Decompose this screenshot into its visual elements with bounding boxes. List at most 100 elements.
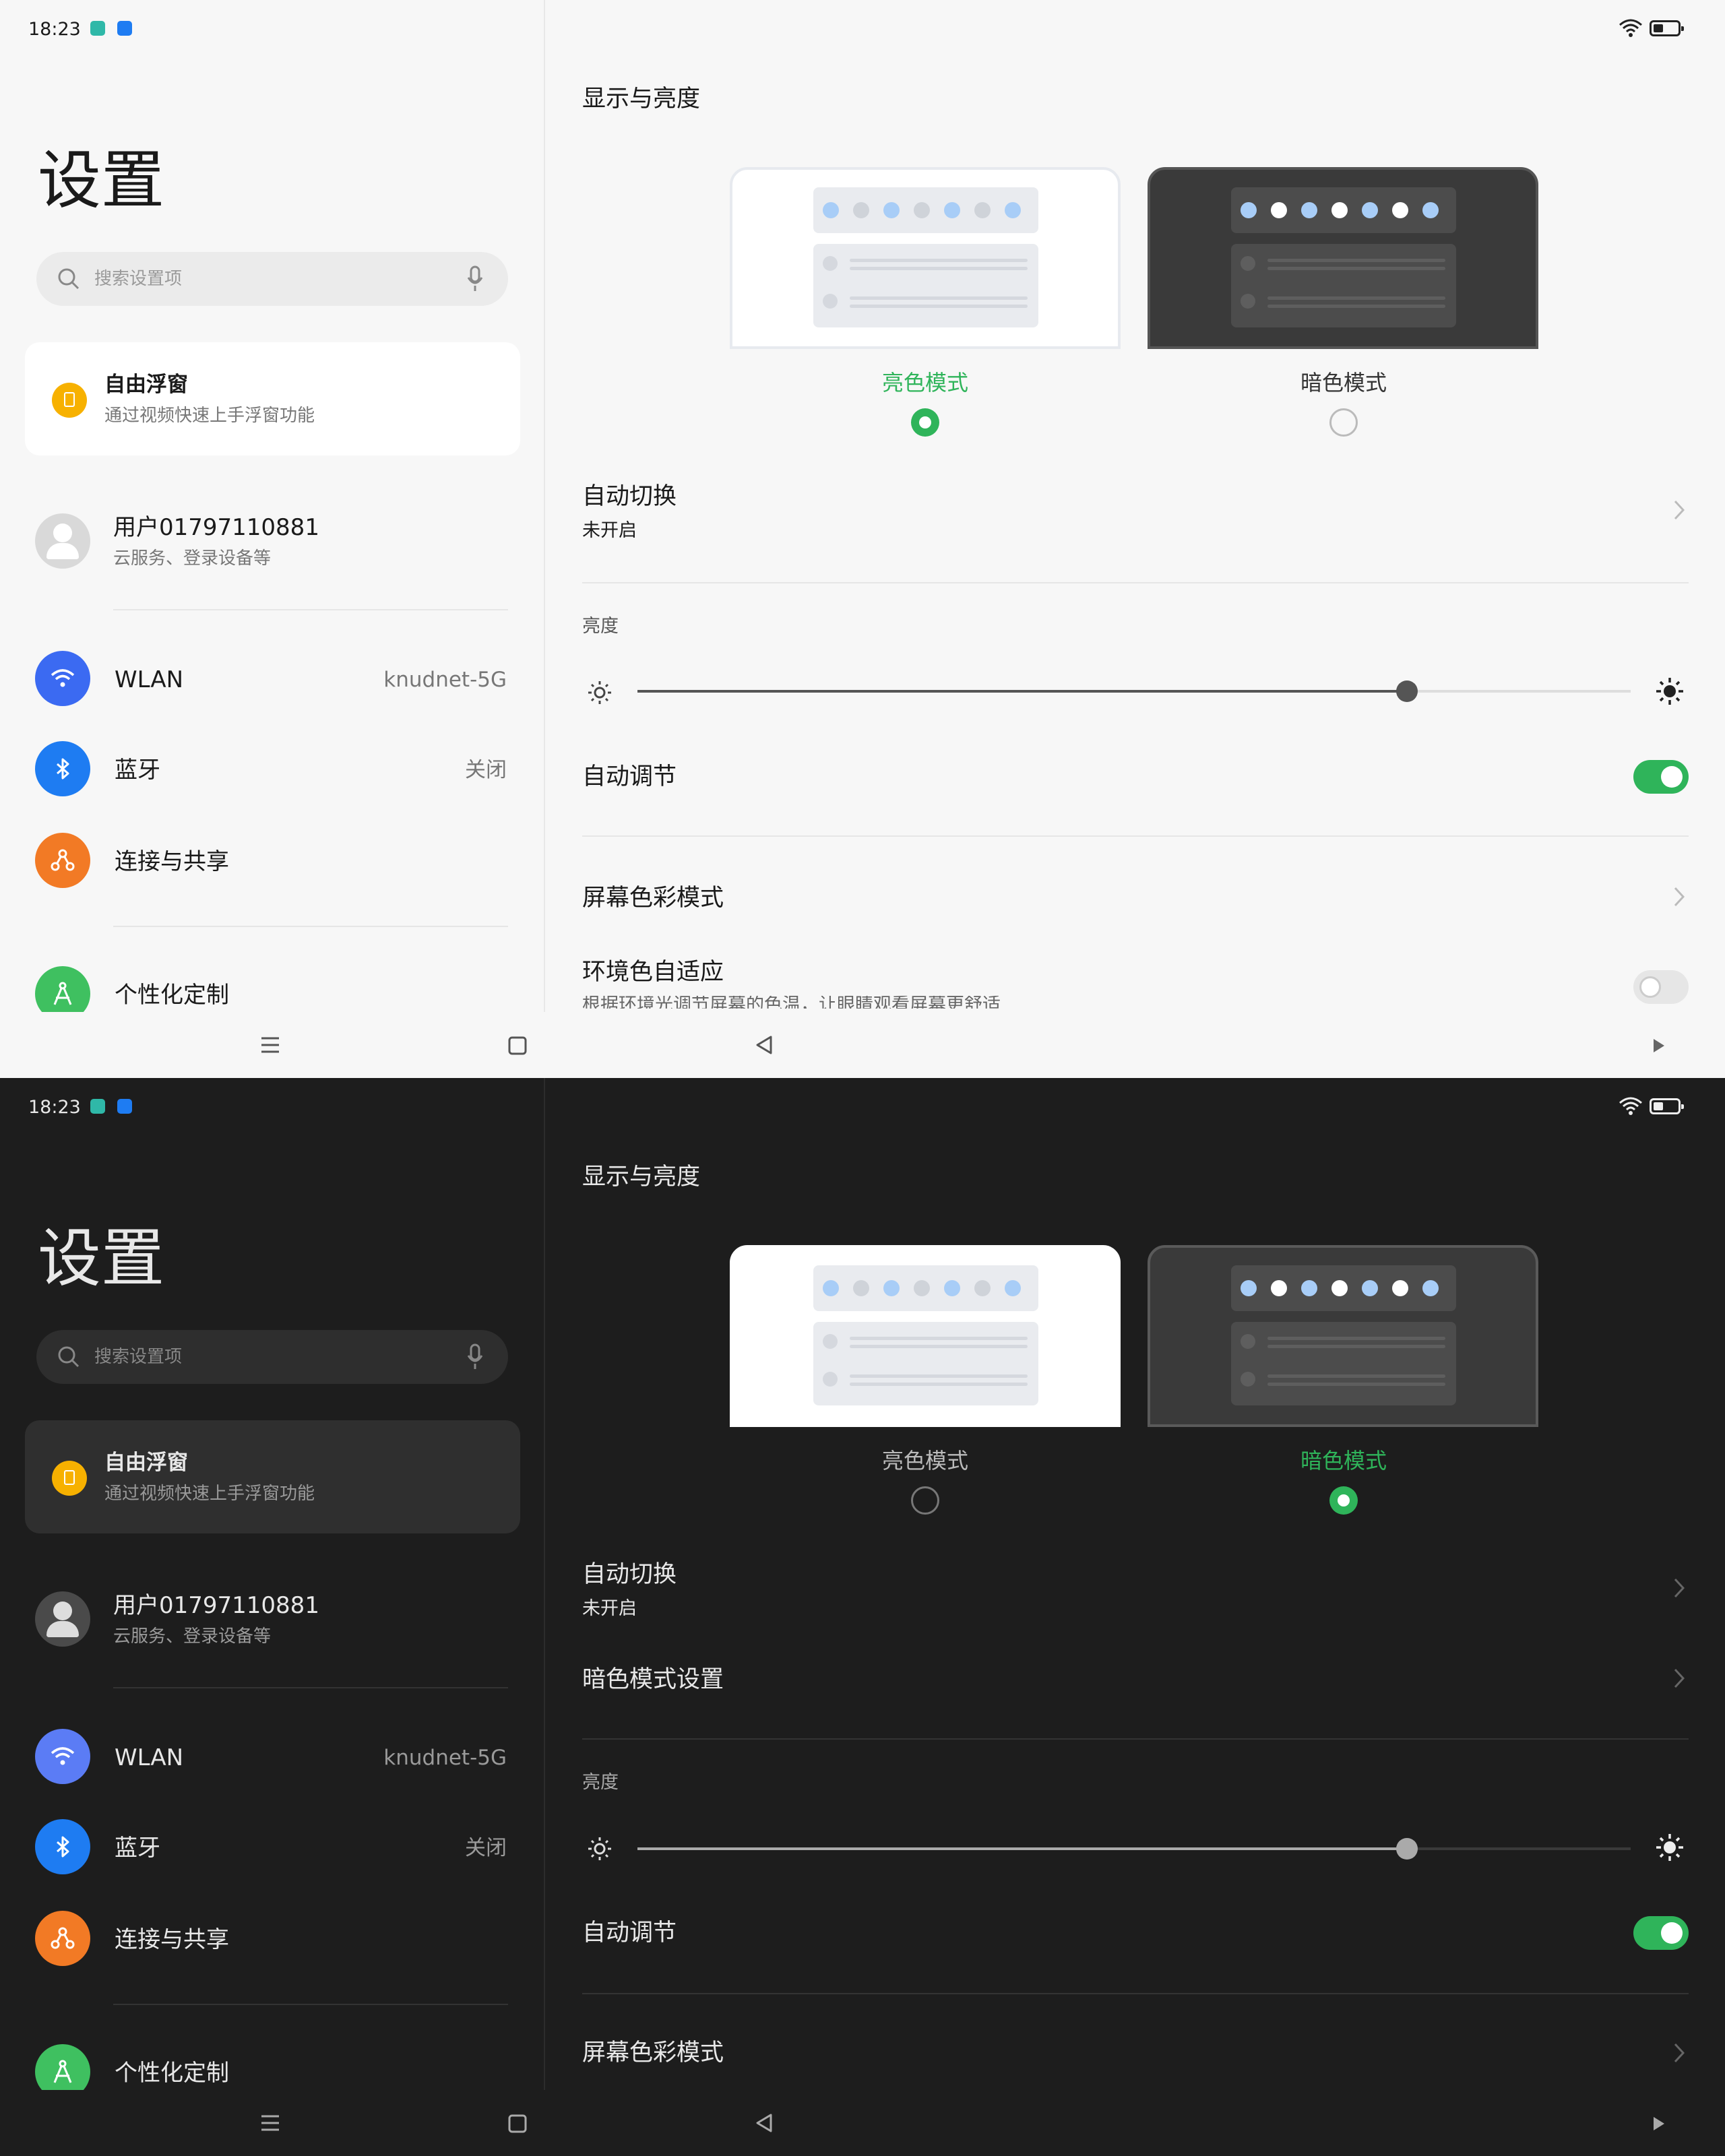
back-icon[interactable]: [755, 2113, 774, 2133]
brightness-fill: [637, 1847, 1408, 1850]
ambient-label: 环境色自适应: [582, 959, 724, 986]
wifi-status-icon: [1619, 1097, 1642, 1115]
detail-title: 显示与亮度: [582, 1164, 701, 1191]
sidebar-item-connect-share[interactable]: 连接与共享: [115, 850, 229, 873]
dark-mode-preview[interactable]: [1148, 1245, 1538, 1427]
divider: [582, 835, 1689, 837]
light-mode-radio[interactable]: [911, 1486, 939, 1515]
avatar[interactable]: [35, 1591, 90, 1647]
search-bar[interactable]: 搜索设置项: [36, 252, 508, 306]
brightness-slider[interactable]: [637, 680, 1631, 702]
dark-mode-radio[interactable]: [1329, 1486, 1358, 1515]
battery-icon: [1650, 20, 1684, 36]
navigation-bar: [0, 1012, 1725, 1078]
detail-title: 显示与亮度: [582, 86, 701, 113]
avatar[interactable]: [35, 513, 90, 569]
microphone-icon[interactable]: [466, 1343, 484, 1370]
divider: [113, 2004, 508, 2005]
dark-mode-label[interactable]: 暗色模式: [1300, 372, 1387, 393]
page-title: 设置: [38, 1222, 165, 1296]
search-input[interactable]: 搜索设置项: [94, 270, 182, 288]
play-icon[interactable]: [1652, 2116, 1666, 2132]
pane-divider: [544, 1078, 545, 2090]
sidebar-item-personalize[interactable]: 个性化定制: [115, 2062, 229, 2085]
auto-adjust-toggle[interactable]: [1633, 760, 1689, 794]
dark-mode-settings-label[interactable]: 暗色模式设置: [582, 1668, 724, 1692]
light-mode-label[interactable]: 亮色模式: [882, 372, 968, 393]
search-input[interactable]: 搜索设置项: [94, 1348, 182, 1366]
dark-mode-preview[interactable]: [1148, 167, 1538, 349]
sidebar-item-bluetooth[interactable]: 蓝牙: [115, 759, 160, 782]
divider: [113, 609, 508, 610]
auto-adjust-toggle[interactable]: [1633, 1916, 1689, 1950]
notification-app-icon: [90, 1099, 105, 1114]
brightness-high-icon: [1656, 1834, 1683, 1861]
divider: [113, 1687, 508, 1688]
notification-chat-icon: [117, 1099, 132, 1114]
play-icon[interactable]: [1652, 1038, 1666, 1054]
light-mode-preview[interactable]: [730, 167, 1121, 349]
light-mode-preview[interactable]: [730, 1245, 1121, 1427]
wifi-status-icon: [1619, 19, 1642, 37]
chevron-right-icon: [1674, 1668, 1685, 1688]
ambient-subtitle: 根据环境光调节屏幕的色温，让眼睛观看屏幕更舒适: [582, 994, 1001, 1015]
settings-screen-light: 18:23 设置 搜索设置项 自由浮窗 通过视频快速上手浮窗功能 用户01797…: [0, 0, 1725, 1078]
back-icon[interactable]: [755, 1035, 774, 1055]
brightness-high-icon: [1656, 678, 1683, 705]
brightness-slider[interactable]: [637, 1838, 1631, 1860]
brightness-slider-thumb[interactable]: [1396, 680, 1418, 702]
color-mode-label[interactable]: 屏幕色彩模式: [582, 2041, 724, 2065]
bluetooth-icon: [35, 1819, 90, 1874]
ambient-toggle[interactable]: [1633, 970, 1689, 1004]
sidebar-item-wlan[interactable]: WLAN: [115, 668, 183, 691]
sidebar-item-bluetooth[interactable]: 蓝牙: [115, 1837, 160, 1860]
dark-mode-radio[interactable]: [1329, 408, 1358, 437]
sidebar-item-connect-share[interactable]: 连接与共享: [115, 1928, 229, 1951]
account-name[interactable]: 用户01797110881: [113, 1594, 319, 1617]
account-subtitle: 云服务、登录设备等: [113, 548, 272, 569]
floating-window-subtitle: 通过视频快速上手浮窗功能: [104, 406, 315, 426]
pane-divider: [544, 0, 545, 1012]
menu-icon[interactable]: [260, 2114, 280, 2132]
menu-icon[interactable]: [260, 1036, 280, 1054]
wifi-icon: [35, 651, 90, 706]
auto-switch-label[interactable]: 自动切换: [582, 485, 677, 509]
brightness-slider-thumb[interactable]: [1396, 1838, 1418, 1860]
account-subtitle: 云服务、登录设备等: [113, 1626, 272, 1647]
microphone-icon[interactable]: [466, 265, 484, 292]
floating-window-icon: [52, 383, 87, 418]
search-bar[interactable]: 搜索设置项: [36, 1330, 508, 1384]
sidebar-item-personalize[interactable]: 个性化定制: [115, 984, 229, 1007]
share-icon: [35, 1911, 90, 1966]
auto-switch-status: 未开启: [582, 1598, 637, 1619]
floating-window-icon: [52, 1461, 87, 1496]
floating-window-title: 自由浮窗: [104, 373, 188, 397]
chevron-right-icon: [1674, 887, 1685, 907]
bluetooth-value: 关闭: [465, 1836, 507, 1860]
brightness-label: 亮度: [582, 616, 619, 637]
navigation-bar: [0, 2090, 1725, 2156]
sidebar-item-wlan[interactable]: WLAN: [115, 1746, 183, 1769]
dark-mode-label[interactable]: 暗色模式: [1300, 1450, 1387, 1471]
notification-app-icon: [90, 21, 105, 36]
auto-adjust-label: 自动调节: [582, 763, 677, 790]
wlan-value: knudnet-5G: [383, 1746, 507, 1770]
account-name[interactable]: 用户01797110881: [113, 516, 319, 539]
settings-screen-dark: 18:23 设置 搜索设置项 自由浮窗 通过视频快速上手浮窗功能 用户01797…: [0, 1078, 1725, 2156]
brightness-label: 亮度: [582, 1772, 619, 1793]
brightness-fill: [637, 690, 1408, 693]
divider: [113, 926, 508, 927]
light-mode-label[interactable]: 亮色模式: [882, 1450, 968, 1471]
floating-window-card[interactable]: 自由浮窗 通过视频快速上手浮窗功能: [25, 342, 520, 455]
wifi-icon: [35, 1729, 90, 1784]
divider: [582, 582, 1689, 583]
light-mode-radio[interactable]: [911, 408, 939, 437]
auto-switch-label[interactable]: 自动切换: [582, 1563, 677, 1587]
floating-window-subtitle: 通过视频快速上手浮窗功能: [104, 1484, 315, 1504]
color-mode-label[interactable]: 屏幕色彩模式: [582, 887, 724, 910]
brightness-low-icon: [588, 1837, 611, 1860]
floating-window-card[interactable]: 自由浮窗 通过视频快速上手浮窗功能: [25, 1420, 520, 1533]
bluetooth-value: 关闭: [465, 758, 507, 782]
home-icon[interactable]: [508, 2114, 527, 2133]
home-icon[interactable]: [508, 1036, 527, 1055]
